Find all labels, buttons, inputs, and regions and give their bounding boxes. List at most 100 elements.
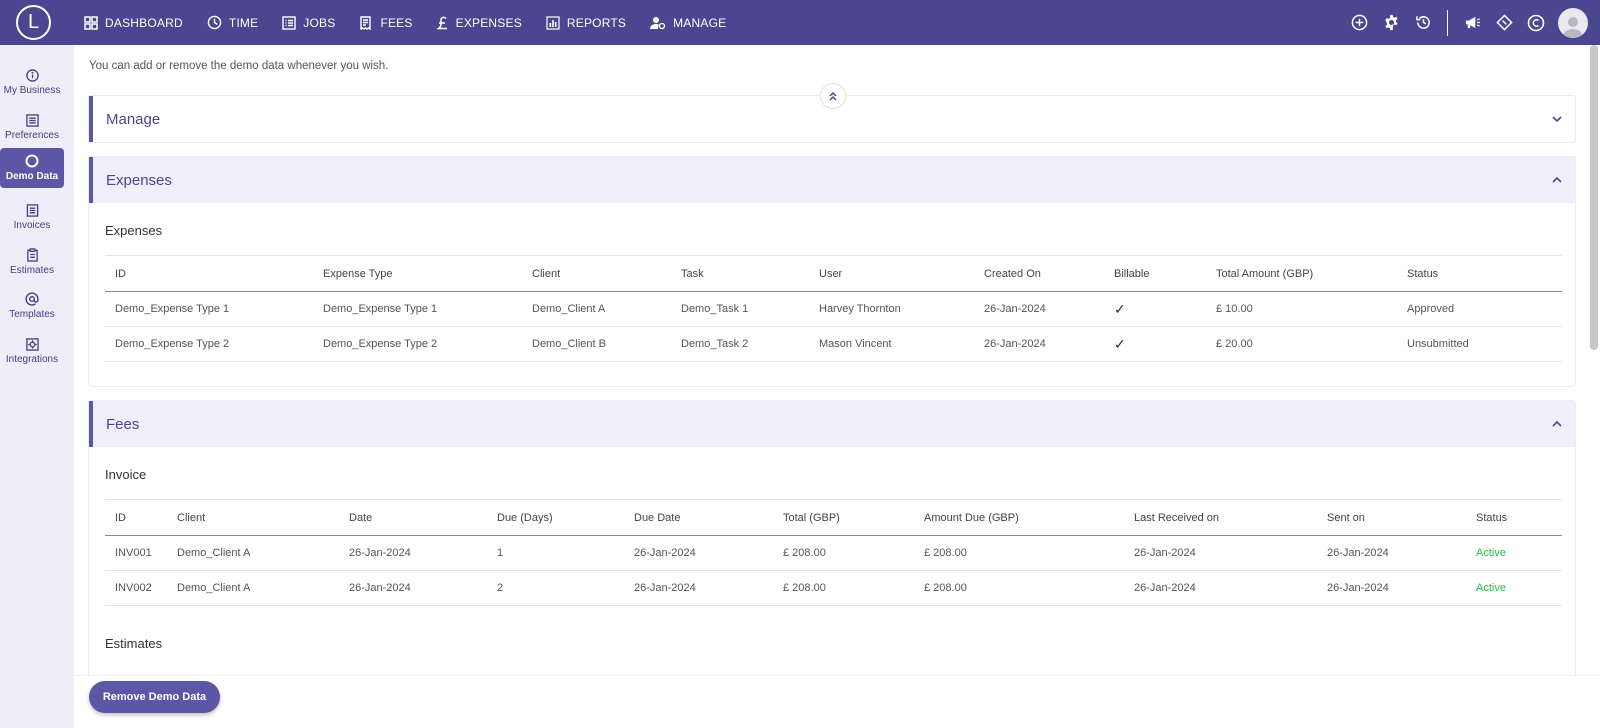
cell: £ 10.00: [1206, 291, 1397, 327]
remove-demo-data-button[interactable]: Remove Demo Data: [89, 681, 220, 713]
bar-chart-icon: [546, 15, 560, 30]
nav-dashboard[interactable]: DASHBOARD: [84, 16, 183, 30]
sidebar-item-label: Estimates: [10, 265, 54, 276]
column-header: Created On: [974, 255, 1104, 292]
cell: Demo_Client A: [167, 535, 339, 571]
cell: 26-Jan-2024: [339, 570, 487, 606]
add-icon[interactable]: [1343, 0, 1375, 45]
cell: INV002: [105, 570, 167, 606]
cell: Demo_Expense Type 2: [105, 326, 313, 362]
cell: £ 208.00: [914, 535, 1124, 571]
cell: £ 208.00: [914, 570, 1124, 606]
cell: Demo_Client B: [522, 326, 671, 362]
cell: 26-Jan-2024: [624, 570, 773, 606]
top-right-actions: [1343, 0, 1600, 45]
expenses-panel: Expenses Expenses ID Expense Type Client…: [88, 156, 1576, 387]
cell: Demo_Client A: [167, 570, 339, 606]
ticket-icon[interactable]: [1488, 0, 1520, 45]
cell: Demo_Expense Type 2: [313, 326, 522, 362]
nav-manage[interactable]: MANAGE: [650, 16, 726, 30]
megaphone-icon[interactable]: [1456, 0, 1488, 45]
double-chevron-up-icon: [829, 91, 837, 101]
nav-expenses-label: EXPENSES: [455, 15, 522, 30]
cell: £ 208.00: [773, 535, 914, 571]
cell: 2: [487, 570, 624, 606]
nav-reports-label: REPORTS: [566, 15, 627, 30]
sidebar-item-label: Preferences: [5, 129, 59, 141]
cell: 26-Jan-2024: [974, 291, 1104, 327]
sidebar-item-estimates[interactable]: Estimates: [0, 242, 64, 282]
sidebar-item-demo-data[interactable]: Demo Data: [0, 148, 64, 188]
nav-time[interactable]: TIME: [207, 15, 258, 30]
avatar[interactable]: [1558, 7, 1588, 38]
nav-jobs[interactable]: JOBS: [282, 16, 335, 30]
column-header: Sent on: [1317, 499, 1466, 536]
cell: 26-Jan-2024: [1317, 535, 1466, 571]
collapse-all-button[interactable]: [820, 83, 846, 109]
info-icon: [25, 68, 39, 82]
cell: 26-Jan-2024: [1124, 535, 1317, 571]
cell: Demo_Expense Type 1: [105, 291, 313, 327]
app-logo[interactable]: L: [16, 5, 51, 40]
section-title: Estimates: [105, 636, 163, 651]
table-row[interactable]: INV001 Demo_Client A 26-Jan-2024 1 26-Ja…: [105, 535, 1562, 571]
divider: [1447, 9, 1448, 36]
table-row[interactable]: Demo_Expense Type 1 Demo_Expense Type 1 …: [105, 291, 1562, 327]
clipboard-icon: [26, 248, 38, 262]
top-navigation-bar: L DASHBOARD TIME JOBS FEES EXPENSES REPO…: [0, 0, 1600, 45]
nav-time-label: TIME: [228, 15, 259, 30]
column-header: Task: [671, 255, 809, 292]
status-badge: Active: [1466, 570, 1562, 606]
expenses-panel-header[interactable]: Expenses: [89, 157, 1575, 203]
cell: 26-Jan-2024: [1317, 570, 1466, 606]
sidebar-item-integrations[interactable]: Integrations: [0, 331, 64, 371]
panel-title: Expenses: [106, 171, 172, 189]
sidebar-item-templates[interactable]: Templates: [0, 286, 64, 326]
table-row[interactable]: INV002 Demo_Client A 26-Jan-2024 2 26-Ja…: [105, 570, 1562, 606]
fees-panel: Fees Invoice ID Client Date Due (Days) D…: [88, 400, 1576, 675]
nav-dashboard-label: DASHBOARD: [105, 15, 183, 30]
gear-icon[interactable]: [1375, 0, 1407, 45]
column-header: Client: [522, 255, 671, 292]
nav-reports[interactable]: REPORTS: [546, 16, 626, 30]
column-header: User: [809, 255, 974, 292]
brand-c-icon[interactable]: [1520, 0, 1552, 45]
column-header: Due (Days): [487, 499, 624, 536]
nav-fees[interactable]: FEES: [359, 16, 412, 30]
cell: Demo_Expense Type 1: [313, 291, 522, 327]
receipt-icon: [360, 15, 372, 30]
cell: INV001: [105, 535, 167, 571]
scrollbar[interactable]: [1590, 45, 1598, 350]
nav-manage-label: MANAGE: [673, 15, 727, 30]
cell: £ 20.00: [1206, 326, 1397, 362]
column-header: Total (GBP): [773, 499, 914, 536]
cell: Harvey Thornton: [809, 291, 974, 327]
column-header: Status: [1466, 499, 1562, 536]
sidebar-item-my-business[interactable]: My Business: [0, 62, 64, 102]
sidebar-item-invoices[interactable]: Invoices: [0, 197, 64, 237]
expenses-table: ID Expense Type Client Task User Created…: [105, 255, 1562, 362]
footer-bar: Remove Demo Data: [74, 675, 1600, 728]
grid-icon: [84, 15, 98, 30]
nav-jobs-label: JOBS: [303, 15, 336, 30]
fees-panel-header[interactable]: Fees: [89, 401, 1575, 447]
circle-icon: [25, 154, 39, 168]
invoice-table: ID Client Date Due (Days) Due Date Total…: [105, 499, 1562, 606]
sidebar-item-label: My Business: [3, 84, 61, 96]
info-text: You can add or remove the demo data when…: [89, 60, 389, 72]
status-badge: Unsubmitted: [1397, 326, 1562, 362]
history-icon[interactable]: [1407, 0, 1439, 45]
sidebar-item-label: Templates: [9, 309, 55, 320]
nav-expenses[interactable]: EXPENSES: [436, 15, 522, 30]
table-row[interactable]: Demo_Expense Type 2 Demo_Expense Type 2 …: [105, 326, 1562, 362]
cell: Demo_Task 1: [671, 291, 809, 327]
column-header: Expense Type: [313, 255, 522, 292]
chevron-up-icon: [1552, 420, 1562, 427]
sidebar-item-label: Demo Data: [5, 171, 59, 182]
invoice-icon: [26, 203, 38, 217]
cell: 26-Jan-2024: [339, 535, 487, 571]
cell: 26-Jan-2024: [1124, 570, 1317, 606]
cell: Demo_Task 2: [671, 326, 809, 362]
chevron-down-icon: [1552, 116, 1562, 123]
sidebar-item-preferences[interactable]: Preferences: [0, 107, 64, 147]
